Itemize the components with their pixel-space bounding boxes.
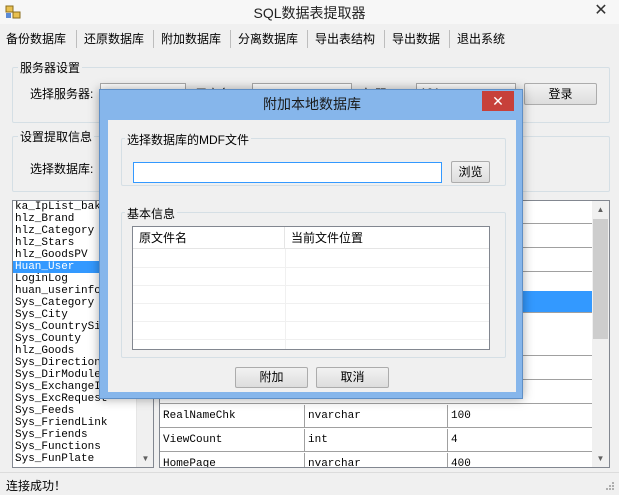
menu-separator xyxy=(153,30,154,48)
list-item[interactable]: Sys_Feeds xyxy=(13,405,153,417)
attach-database-dialog: 附加本地数据库 ✕ 选择数据库的MDF文件 浏览 基本信息 原文件名 当前文件位… xyxy=(99,89,523,399)
window-title: SQL数据表提取器 xyxy=(253,5,366,21)
menu-backup-database[interactable]: 备份数据库 xyxy=(6,30,66,48)
grid-divider xyxy=(133,267,489,268)
menu-detach-database[interactable]: 分离数据库 xyxy=(238,30,298,48)
window-titlebar: SQL数据表提取器 ✕ xyxy=(0,0,619,24)
grid-divider xyxy=(133,285,489,286)
server-settings-legend: 服务器设置 xyxy=(18,59,83,76)
database-label: 选择数据库: xyxy=(30,162,94,176)
menu-separator xyxy=(76,30,77,48)
menu-export-structure[interactable]: 导出表结构 xyxy=(315,30,375,48)
basic-info-legend: 基本信息 xyxy=(125,205,178,222)
column-type-cell: nvarchar xyxy=(305,405,448,428)
extract-settings-legend: 设置提取信息 xyxy=(18,128,95,145)
menu-exit[interactable]: 退出系统 xyxy=(457,30,505,48)
window-close-icon[interactable]: ✕ xyxy=(591,1,611,21)
column-length-cell: 400 xyxy=(451,458,471,468)
list-item[interactable]: Sys_FunPlate xyxy=(13,453,153,465)
cancel-button[interactable]: 取消 xyxy=(316,367,389,388)
server-label: 选择服务器: xyxy=(30,87,94,101)
menu-separator xyxy=(384,30,385,48)
menu-separator xyxy=(307,30,308,48)
grid-divider xyxy=(133,339,489,340)
grid-column-divider xyxy=(285,249,286,349)
table-row[interactable]: HomePage nvarchar 400 xyxy=(160,453,592,468)
column-header-current-location[interactable]: 当前文件位置 xyxy=(285,227,489,249)
dialog-client-area: 选择数据库的MDF文件 浏览 基本信息 原文件名 当前文件位置 附加 取消 xyxy=(108,120,516,392)
menu-bar: 备份数据库 还原数据库 附加数据库 分离数据库 导出表结构 导出数据 退出系统 xyxy=(0,27,619,49)
grid-divider xyxy=(133,303,489,304)
table-row[interactable]: RealNameChk nvarchar 100 xyxy=(160,405,592,428)
menu-separator xyxy=(230,30,231,48)
grid-scrollbar[interactable]: ▲ ▼ xyxy=(592,201,609,467)
mdf-path-input[interactable] xyxy=(133,162,442,183)
table-row[interactable]: ViewCount int 4 xyxy=(160,429,592,452)
grid-scroll-thumb[interactable] xyxy=(593,219,608,339)
login-button[interactable]: 登录 xyxy=(524,83,597,105)
menu-export-data[interactable]: 导出数据 xyxy=(392,30,440,48)
file-info-grid[interactable]: 原文件名 当前文件位置 xyxy=(132,226,490,350)
column-length-cell: 100 xyxy=(451,410,471,422)
list-item[interactable]: Sys_Friends xyxy=(13,429,153,441)
scroll-down-icon[interactable]: ▼ xyxy=(592,450,609,467)
status-text: 连接成功！ xyxy=(6,479,67,493)
menu-attach-database[interactable]: 附加数据库 xyxy=(161,30,221,48)
menu-separator xyxy=(449,30,450,48)
browse-button[interactable]: 浏览 xyxy=(451,161,490,183)
list-item[interactable]: Sys_FriendLink xyxy=(13,417,153,429)
scroll-up-icon[interactable]: ▲ xyxy=(592,201,609,218)
resize-grip-icon[interactable] xyxy=(605,481,615,491)
column-header-original-file[interactable]: 原文件名 xyxy=(133,227,285,249)
column-length-cell: 4 xyxy=(451,434,458,446)
dialog-close-icon[interactable]: ✕ xyxy=(482,91,514,111)
list-item[interactable]: Sys_Functions xyxy=(13,441,153,453)
mdf-file-legend: 选择数据库的MDF文件 xyxy=(125,131,251,148)
column-name-cell: ViewCount xyxy=(160,429,305,452)
status-bar: 连接成功！ xyxy=(0,472,619,495)
column-type-cell: nvarchar xyxy=(305,453,448,467)
menu-restore-database[interactable]: 还原数据库 xyxy=(84,30,144,48)
dialog-title: 附加本地数据库 xyxy=(263,96,361,112)
scroll-down-icon[interactable]: ▼ xyxy=(137,450,153,467)
column-name-cell: HomePage xyxy=(160,453,305,467)
attach-button[interactable]: 附加 xyxy=(235,367,308,388)
column-name-cell: RealNameChk xyxy=(160,405,305,428)
grid-divider xyxy=(133,321,489,322)
column-type-cell: int xyxy=(305,429,448,452)
